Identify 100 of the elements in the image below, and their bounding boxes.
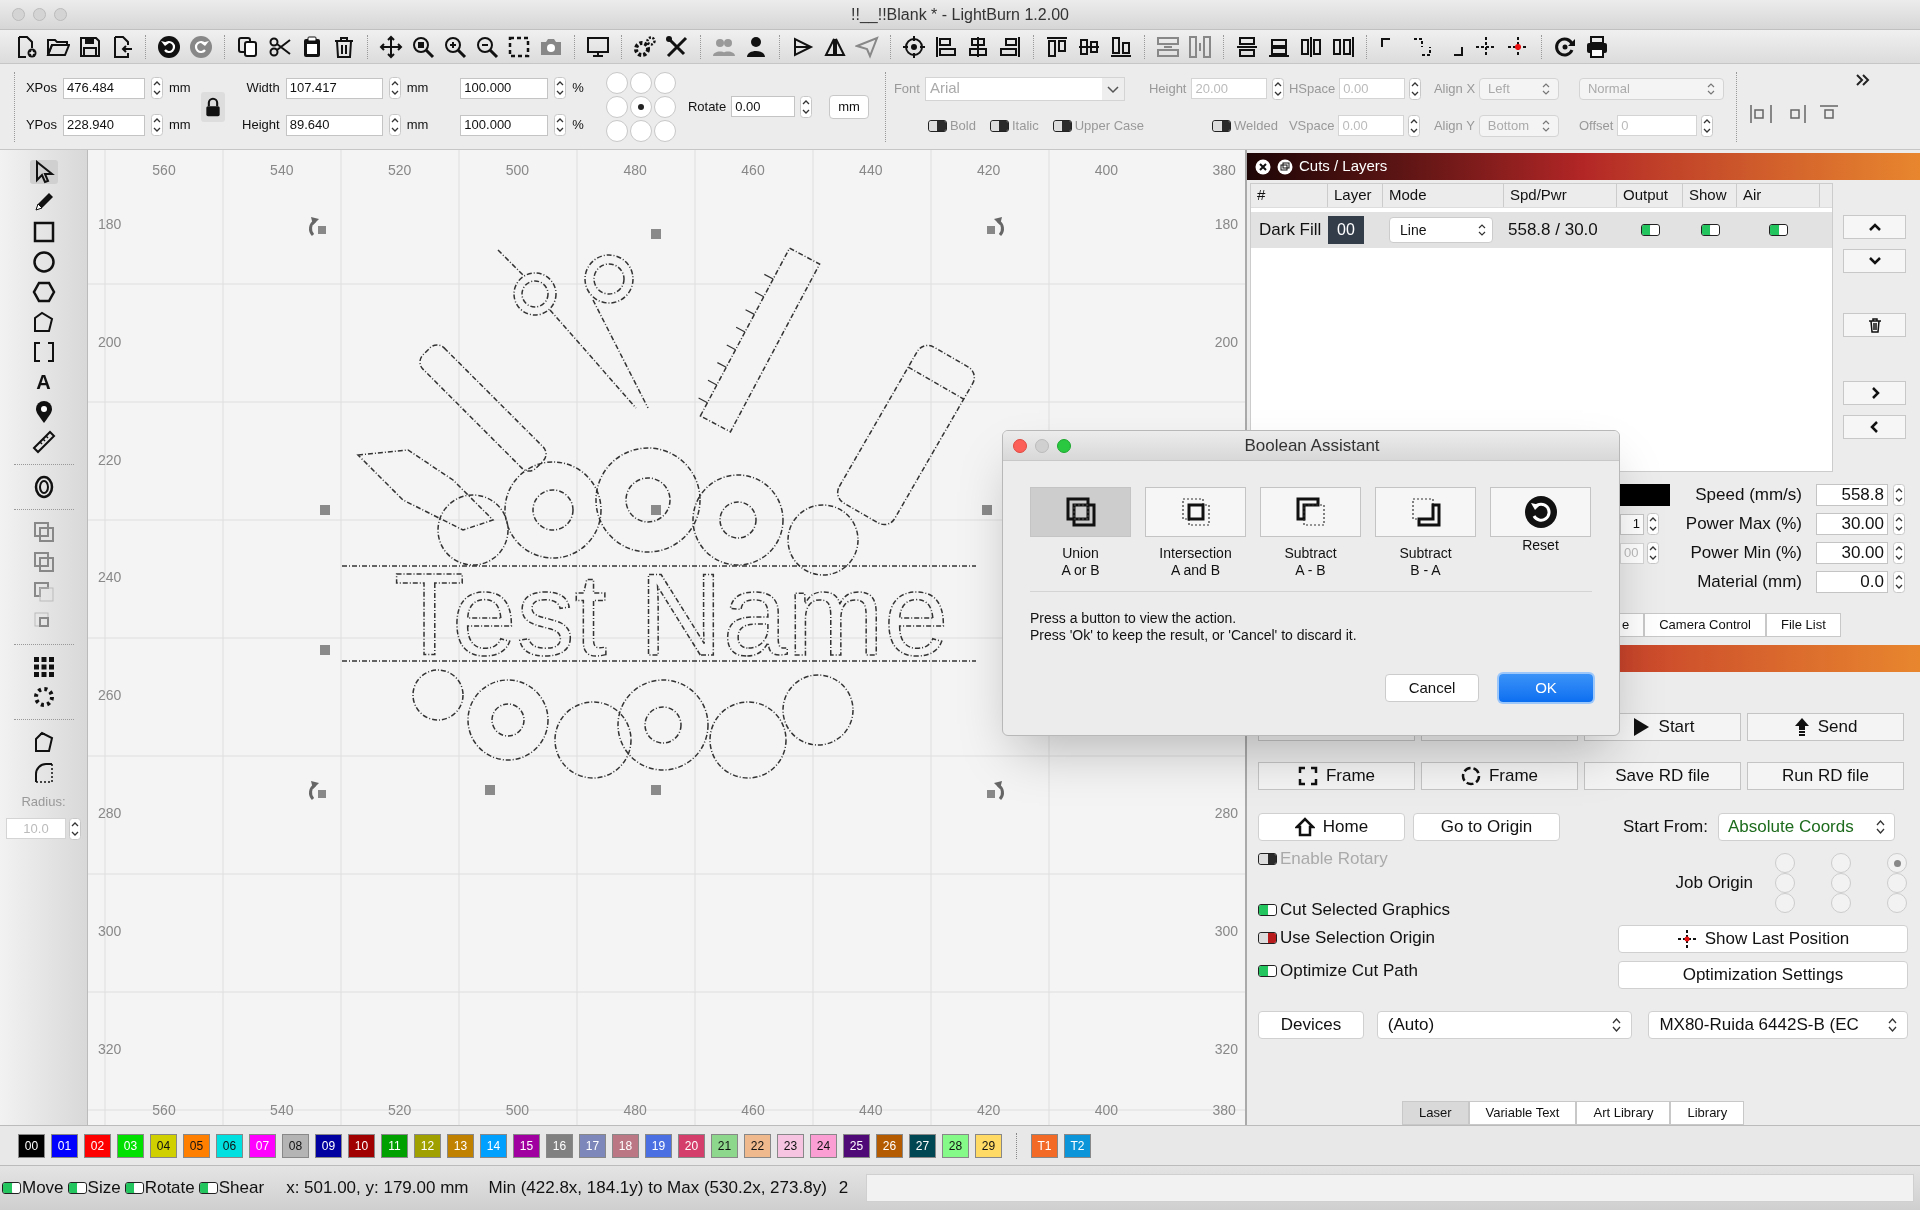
spinner-icon[interactable] <box>554 114 567 136</box>
align-icon[interactable] <box>966 34 990 59</box>
target-icon[interactable] <box>902 34 926 59</box>
color-layer-button[interactable]: 24 <box>810 1133 837 1158</box>
frame-icon[interactable] <box>31 340 56 364</box>
origin-radio[interactable] <box>629 119 652 142</box>
column-header[interactable]: # <box>1251 184 1328 207</box>
resize-handle[interactable] <box>320 505 330 515</box>
color-layer-button[interactable]: 01 <box>51 1133 78 1158</box>
grid-icon[interactable] <box>31 655 56 679</box>
text-tool[interactable]: A <box>31 370 56 394</box>
toggle-switch[interactable] <box>198 1182 218 1194</box>
color-layer-button[interactable]: 05 <box>183 1133 210 1158</box>
wrench-icon[interactable] <box>665 34 689 59</box>
toggle-switch[interactable] <box>1258 965 1277 977</box>
toggle-switch[interactable] <box>67 1182 87 1194</box>
trash-icon[interactable] <box>332 34 356 59</box>
color-layer-button[interactable]: 22 <box>744 1133 771 1158</box>
color-layer-button[interactable]: 10 <box>348 1133 375 1158</box>
spinner-icon[interactable] <box>554 77 567 99</box>
button[interactable]: Send <box>1747 713 1904 741</box>
close-button[interactable] <box>1013 438 1027 453</box>
redo-icon[interactable] <box>189 34 213 59</box>
circle-icon[interactable] <box>31 250 56 274</box>
spinner-icon[interactable] <box>1701 114 1714 137</box>
column-header[interactable]: Output <box>1617 184 1683 207</box>
spinner-icon[interactable] <box>1409 77 1422 100</box>
distribute-icon[interactable] <box>1156 34 1180 59</box>
origin-radio[interactable] <box>653 95 676 118</box>
spinner-icon[interactable] <box>1893 484 1905 506</box>
previous-button[interactable] <box>1843 415 1906 439</box>
color-layer-button[interactable]: 02 <box>84 1133 111 1158</box>
origin-radio[interactable] <box>605 71 628 94</box>
tab[interactable]: File List <box>1766 613 1841 637</box>
save-icon[interactable] <box>78 34 102 59</box>
spinner-icon[interactable] <box>388 77 401 99</box>
selection-frame-icon[interactable] <box>507 34 531 59</box>
move-down-button[interactable] <box>1843 249 1906 273</box>
operation-button[interactable] <box>1490 487 1591 537</box>
toggle-switch[interactable] <box>1258 904 1277 916</box>
layer-row[interactable]: Dark Fill 00 Line 558.8 / 30.0 <box>1251 212 1832 248</box>
toggle-switch[interactable] <box>124 1182 144 1194</box>
tab[interactable]: Variable Text <box>1468 1101 1577 1125</box>
tab[interactable]: Laser <box>1402 1101 1469 1125</box>
origin-radio[interactable] <box>605 119 628 142</box>
origin-radio[interactable] <box>653 119 676 142</box>
toggle-switch[interactable] <box>1258 932 1277 944</box>
toggle-switch[interactable] <box>927 119 947 132</box>
job-origin-radio[interactable] <box>1775 873 1795 893</box>
pentagon-icon[interactable] <box>31 310 56 334</box>
text-field[interactable]: 228.940 <box>63 114 145 136</box>
align-icon[interactable] <box>1045 34 1069 59</box>
text-field[interactable]: 476.484 <box>63 77 145 99</box>
paper-plane-icon[interactable] <box>855 34 879 59</box>
spinner-icon[interactable] <box>388 114 401 136</box>
spacing-icon[interactable] <box>1299 34 1323 59</box>
shapes-icon[interactable] <box>31 520 56 544</box>
job-origin-radio[interactable] <box>1831 853 1851 873</box>
color-layer-button[interactable]: 06 <box>216 1133 243 1158</box>
column-header[interactable]: Layer <box>1328 184 1383 207</box>
zoom-out-icon[interactable] <box>475 34 499 59</box>
chevron-icon[interactable] <box>1854 72 1871 88</box>
origin-radio[interactable] <box>653 71 676 94</box>
text-field[interactable]: 89.640 <box>285 114 383 136</box>
color-layer-button[interactable]: 09 <box>315 1133 342 1158</box>
spinner-icon[interactable] <box>1893 542 1905 564</box>
resize-handle[interactable] <box>651 785 661 795</box>
color-layer-button[interactable]: 00 <box>18 1133 45 1158</box>
zoom-fit-icon[interactable] <box>411 34 435 59</box>
spinner-icon[interactable] <box>1893 513 1905 535</box>
float-icon[interactable] <box>1277 158 1293 175</box>
operation-button[interactable] <box>1030 487 1131 537</box>
port-dropdown[interactable]: (Auto) <box>1376 1011 1633 1039</box>
shapes-icon[interactable] <box>31 550 56 574</box>
zoom-in-icon[interactable] <box>443 34 467 59</box>
column-header[interactable]: Air <box>1737 184 1820 207</box>
tab[interactable]: Library <box>1670 1101 1745 1125</box>
color-layer-button[interactable]: 25 <box>843 1133 870 1158</box>
origin-radio[interactable] <box>629 95 652 118</box>
color-layer-button[interactable]: 21 <box>711 1133 738 1158</box>
color-layer-button[interactable]: 29 <box>975 1133 1002 1158</box>
spinner-icon[interactable] <box>151 114 163 136</box>
align-icon[interactable] <box>934 34 958 59</box>
job-origin-radio[interactable] <box>1887 853 1907 873</box>
job-origin-radio[interactable] <box>1775 893 1795 913</box>
origin-radio[interactable] <box>605 95 628 118</box>
color-layer-button[interactable]: 28 <box>942 1133 969 1158</box>
spinner-icon[interactable] <box>800 95 813 118</box>
spinner-icon[interactable] <box>1647 513 1659 535</box>
column-header[interactable]: Mode <box>1383 184 1504 207</box>
job-origin-radio[interactable] <box>1887 873 1907 893</box>
close-icon[interactable] <box>1255 158 1271 175</box>
monitor-icon[interactable] <box>586 34 610 59</box>
button[interactable]: Run RD file <box>1747 762 1904 790</box>
circular-array-icon[interactable] <box>31 685 56 709</box>
color-layer-button[interactable]: 20 <box>678 1133 705 1158</box>
button[interactable]: Frame <box>1258 762 1415 790</box>
home-button[interactable]: Home <box>1258 813 1405 841</box>
spacing-icon[interactable] <box>1331 34 1355 59</box>
origin-radio[interactable] <box>629 71 652 94</box>
